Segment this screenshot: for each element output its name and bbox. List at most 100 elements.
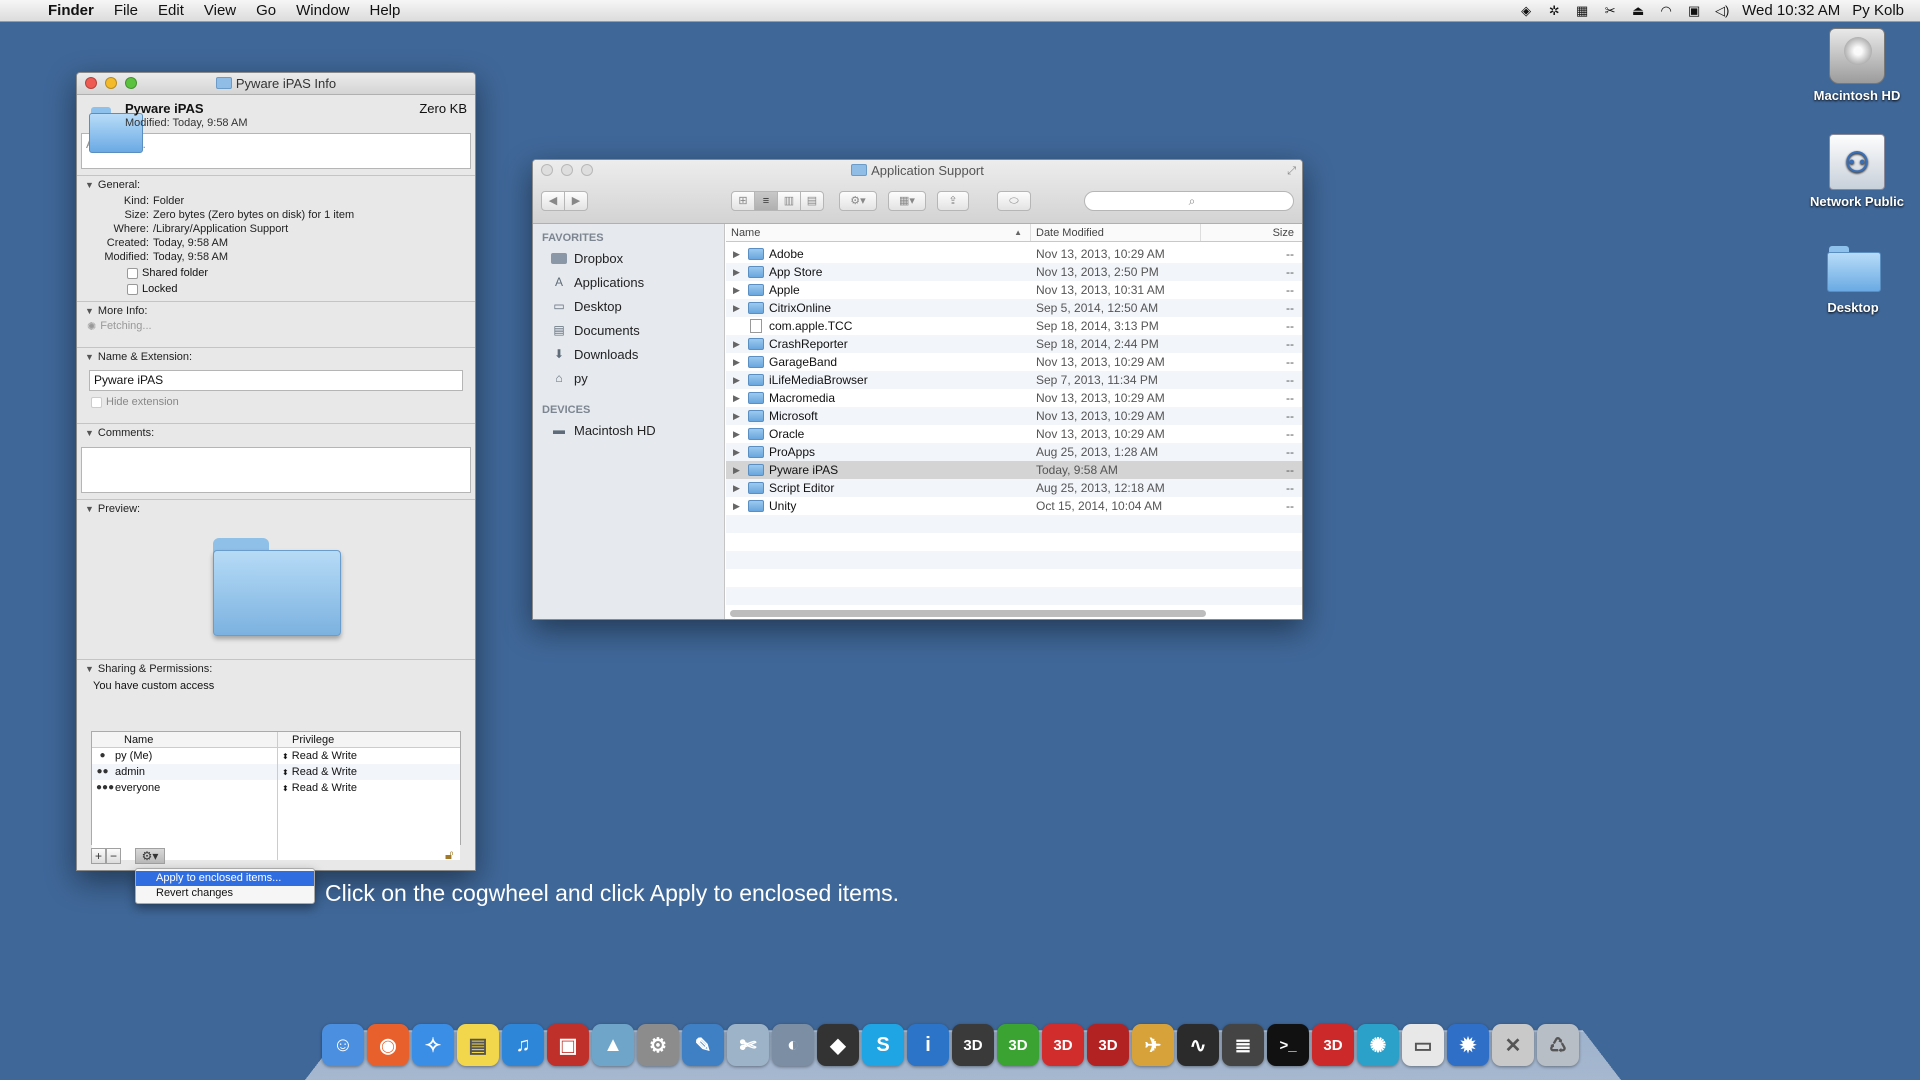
col-privilege-header[interactable]: Privilege — [278, 732, 334, 747]
sidebar-item-dropbox[interactable]: Dropbox — [533, 246, 724, 270]
3d-app-red2-icon[interactable]: 3D — [1087, 1024, 1129, 1066]
info-icon[interactable]: i — [907, 1024, 949, 1066]
disclosure-triangle-icon[interactable]: ▶ — [733, 443, 743, 461]
column-date-header[interactable]: Date Modified — [1031, 224, 1201, 241]
minimize-button[interactable] — [105, 77, 117, 89]
table-row[interactable]: ●● admin ⬍ Read & Write — [92, 764, 460, 780]
preview-icon[interactable]: ▲ — [592, 1024, 634, 1066]
trash-icon[interactable]: ♺ — [1537, 1024, 1579, 1066]
file-row[interactable]: ▶ Macromedia Nov 13, 2013, 10:29 AM -- — [726, 389, 1302, 407]
console-icon[interactable]: ≣ — [1222, 1024, 1264, 1066]
menu-help[interactable]: Help — [360, 2, 411, 19]
disclosure-triangle-icon[interactable]: ▶ — [733, 425, 743, 443]
column-name-header[interactable]: Name ▲ — [726, 224, 1031, 241]
photo-booth-icon[interactable]: ▣ — [547, 1024, 589, 1066]
icon-view-button[interactable]: ⊞ — [731, 191, 755, 211]
file-row[interactable]: ▶ CitrixOnline Sep 5, 2014, 12:50 AM -- — [726, 299, 1302, 317]
checkbox-box[interactable] — [127, 283, 138, 295]
file-row[interactable]: ▶ CrashReporter Sep 18, 2014, 2:44 PM -- — [726, 335, 1302, 353]
app-status-icon[interactable]: ▦ — [1574, 3, 1590, 18]
system-preferences-icon[interactable]: ⚙ — [637, 1024, 679, 1066]
disclosure-triangle-icon[interactable]: ▶ — [733, 479, 743, 497]
disclosure-triangle-icon[interactable]: ▶ — [733, 281, 743, 299]
menu-user[interactable]: Py Kolb — [1852, 2, 1904, 19]
back-button[interactable]: ◀ — [541, 191, 565, 211]
column-size-header[interactable]: Size — [1201, 224, 1302, 241]
menu-item-revert-changes[interactable]: Revert changes — [136, 886, 314, 901]
lock-icon[interactable]: 🔓︎ — [445, 847, 453, 863]
app-icon[interactable]: ◐ — [772, 1024, 814, 1066]
disclosure-triangle-icon[interactable]: ▶ — [733, 263, 743, 281]
file-row[interactable]: ▶ iLifeMediaBrowser Sep 7, 2013, 11:34 PM -… — [726, 371, 1302, 389]
disclosure-triangle-icon[interactable]: ▶ — [733, 407, 743, 425]
name-field[interactable]: Pyware iPAS — [89, 370, 463, 391]
sidebar-item-downloads[interactable]: ⬇ Downloads — [533, 342, 724, 366]
input-source-icon[interactable]: ▣ — [1686, 3, 1702, 18]
menu-app-finder[interactable]: Finder — [44, 2, 104, 19]
stickies-icon[interactable]: ▤ — [457, 1024, 499, 1066]
gear-status-icon[interactable]: ✲ — [1546, 3, 1562, 18]
popup-arrows-icon[interactable]: ⬍ — [282, 784, 289, 793]
sidebar-item-macintosh-hd[interactable]: ▬ Macintosh HD — [533, 418, 724, 442]
menu-clock[interactable]: Wed 10:32 AM — [1742, 2, 1840, 19]
itunes-icon[interactable]: ♫ — [502, 1024, 544, 1066]
tags-button[interactable]: ⬭ — [997, 191, 1031, 211]
tool-icon[interactable]: ✄ — [727, 1024, 769, 1066]
disclosure-triangle-icon[interactable]: ▶ — [733, 245, 743, 263]
close-button[interactable] — [85, 77, 97, 89]
activity-monitor-icon[interactable]: ∿ — [1177, 1024, 1219, 1066]
file-row[interactable]: ▶ App Store Nov 13, 2013, 2:50 PM -- — [726, 263, 1302, 281]
cover-flow-button[interactable]: ▤ — [800, 191, 824, 211]
checkbox-box[interactable] — [91, 396, 102, 408]
disclosure-triangle-icon[interactable]: ▶ — [733, 461, 743, 479]
table-row[interactable]: ●●● everyone ⬍ Read & Write — [92, 780, 460, 796]
applications-stack-icon[interactable]: ✕ — [1492, 1024, 1534, 1066]
file-row[interactable]: ▶ Pyware iPAS Today, 9:58 AM -- — [726, 461, 1302, 479]
search-field[interactable]: ⌕ — [1084, 191, 1294, 211]
general-header[interactable]: ▼ General: — [77, 176, 475, 194]
disclosure-triangle-icon[interactable]: ▶ — [733, 353, 743, 371]
popup-arrows-icon[interactable]: ⬍ — [282, 768, 289, 777]
remove-user-button[interactable]: − — [106, 848, 121, 864]
perm-privilege[interactable]: Read & Write — [292, 750, 357, 762]
cogwheel-action-button[interactable]: ⚙▾ — [135, 848, 165, 864]
zoom-button[interactable] — [581, 164, 593, 176]
file-row[interactable]: ▶ GarageBand Nov 13, 2013, 10:29 AM -- — [726, 353, 1302, 371]
forward-button[interactable]: ▶ — [564, 191, 588, 211]
sidebar-item-desktop[interactable]: ▭ Desktop — [533, 294, 724, 318]
3d-app-green-icon[interactable]: 3D — [997, 1024, 1039, 1066]
table-row[interactable]: ● py (Me) ⬍ Read & Write — [92, 748, 460, 764]
cyberduck-icon[interactable]: ✈ — [1132, 1024, 1174, 1066]
sidebar-item-py[interactable]: ⌂ py — [533, 366, 724, 390]
desktop-icon-desktop[interactable]: Desktop — [1793, 240, 1913, 315]
sidebar-item-applications[interactable]: A Applications — [533, 270, 724, 294]
comments-field[interactable] — [81, 447, 471, 493]
file-row[interactable]: ▶ Adobe Nov 13, 2013, 10:29 AM -- — [726, 245, 1302, 263]
finder-icon[interactable]: ☺ — [322, 1024, 364, 1066]
disclosure-triangle-icon[interactable]: ▶ — [733, 371, 743, 389]
perm-privilege[interactable]: Read & Write — [292, 766, 357, 778]
disclosure-triangle-icon[interactable]: ▶ — [733, 389, 743, 407]
file-row[interactable]: ▶ Script Editor Aug 25, 2013, 12:18 AM -- — [726, 479, 1302, 497]
skype-icon[interactable]: S — [862, 1024, 904, 1066]
share-button[interactable]: ⇪ — [937, 191, 969, 211]
file-row[interactable]: ▶ Microsoft Nov 13, 2013, 10:29 AM -- — [726, 407, 1302, 425]
safari-icon[interactable]: ✧ — [412, 1024, 454, 1066]
disclosure-triangle-icon[interactable]: ▶ — [733, 335, 743, 353]
menu-view[interactable]: View — [194, 2, 246, 19]
horizontal-scrollbar[interactable] — [730, 610, 1206, 617]
zoom-button[interactable] — [125, 77, 137, 89]
close-button[interactable] — [541, 164, 553, 176]
utility-icon[interactable]: ✹ — [1447, 1024, 1489, 1066]
desktop-icon-macintosh-hd[interactable]: Macintosh HD — [1797, 28, 1917, 103]
file-row[interactable]: ▶ Unity Oct 15, 2014, 10:04 AM -- — [726, 497, 1302, 515]
file-row[interactable]: com.apple.TCC Sep 18, 2014, 3:13 PM -- — [726, 317, 1302, 335]
arrange-button[interactable]: ▦▾ — [888, 191, 926, 211]
name-extension-header[interactable]: ▼ Name & Extension: — [77, 348, 475, 366]
checkbox-box[interactable] — [127, 267, 138, 279]
perm-privilege[interactable]: Read & Write — [292, 782, 357, 794]
document-icon[interactable]: ▭ — [1402, 1024, 1444, 1066]
list-view-button[interactable]: ≡ — [754, 191, 778, 211]
network-icon[interactable]: ✺ — [1357, 1024, 1399, 1066]
more-info-header[interactable]: ▼ More Info: — [77, 302, 475, 320]
